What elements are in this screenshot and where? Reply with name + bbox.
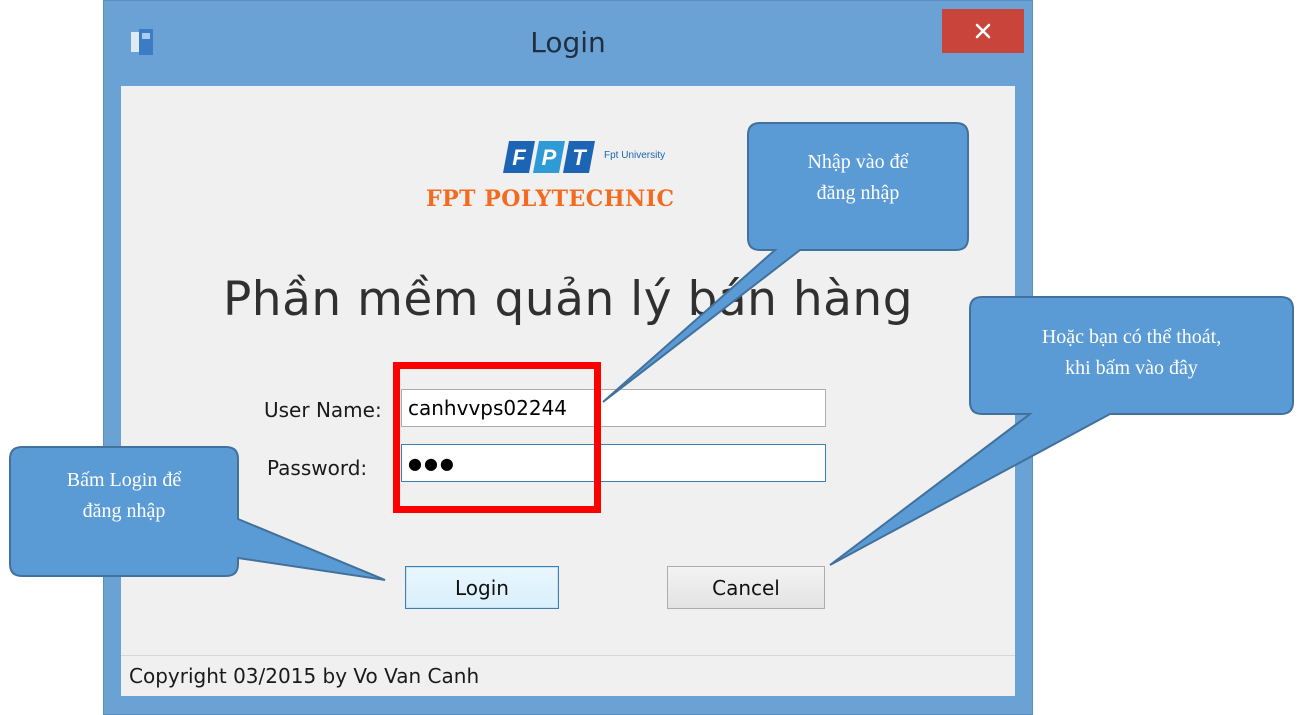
cancel-button[interactable]: Cancel bbox=[667, 566, 825, 609]
fpt-brand-logo: F P T bbox=[503, 141, 595, 173]
status-bar: Copyright 03/2015 by Vo Van Canh bbox=[121, 655, 1015, 696]
close-button[interactable] bbox=[942, 9, 1024, 53]
logo-university-text: Fpt University bbox=[604, 150, 666, 161]
username-input[interactable]: canhvvps02244 bbox=[401, 389, 826, 427]
login-window: Login F P T Fpt University FPT POLYTECHN… bbox=[103, 0, 1033, 715]
logo-polytechnic-text: FPT POLYTECHNIC bbox=[426, 186, 675, 212]
window-title: Login bbox=[530, 26, 606, 59]
svg-text:F: F bbox=[512, 145, 526, 170]
close-icon bbox=[975, 23, 991, 39]
username-label: User Name: bbox=[264, 398, 382, 422]
window-client-area: F P T Fpt University FPT POLYTECHNIC Phầ… bbox=[121, 86, 1015, 696]
password-label: Password: bbox=[267, 456, 368, 480]
password-input[interactable]: ●●● bbox=[401, 444, 826, 482]
app-heading: Phần mềm quản lý bán hàng bbox=[222, 272, 914, 327]
copyright-text: Copyright 03/2015 by Vo Van Canh bbox=[129, 664, 480, 688]
svg-text:T: T bbox=[572, 145, 587, 170]
title-bar[interactable]: Login bbox=[103, 0, 1033, 86]
svg-text:P: P bbox=[542, 145, 557, 170]
password-masked-value: ●●● bbox=[408, 453, 456, 473]
login-button[interactable]: Login bbox=[405, 566, 559, 609]
fpt-logo: F P T Fpt University FPT POLYTECHNIC bbox=[426, 139, 823, 229]
